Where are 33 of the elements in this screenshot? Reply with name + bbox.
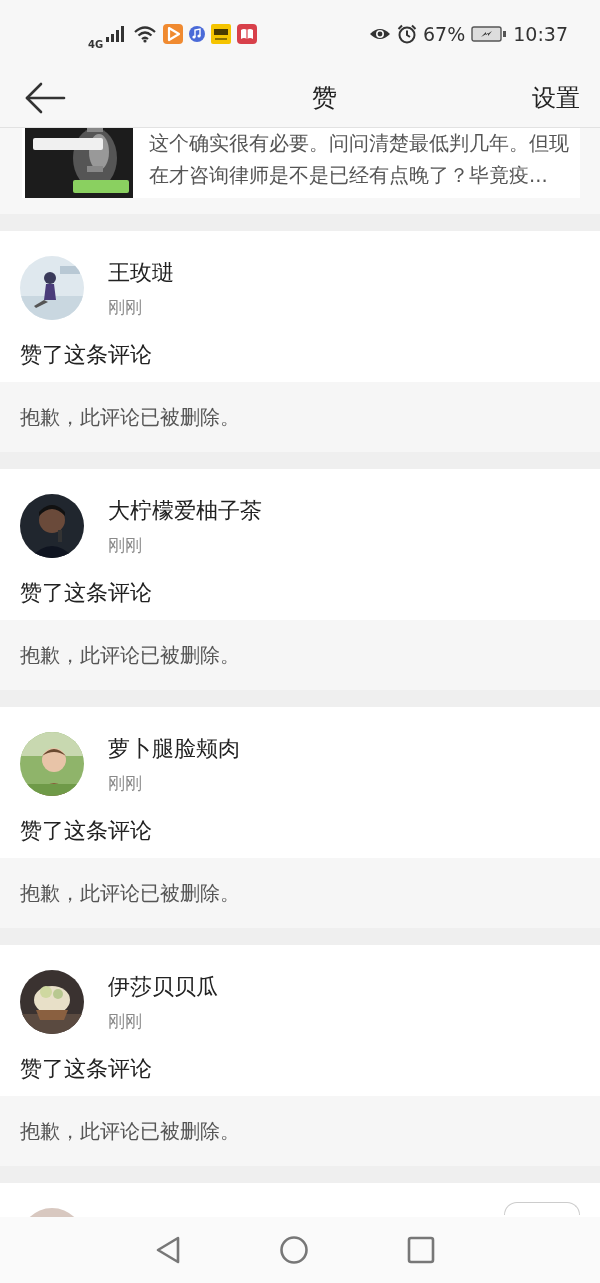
music-app-icon <box>189 26 206 42</box>
activity-text: 赞了这条评论 <box>20 1055 153 1083</box>
user-name[interactable]: 萝卜腿脸颊肉 <box>108 734 240 764</box>
deleted-comment[interactable]: 抱歉，此评论已被删除。 <box>0 1096 600 1166</box>
activity-text: 赞了这条评论 <box>20 579 153 607</box>
alarm-icon <box>397 24 417 44</box>
user-name[interactable]: 王玫琎 <box>108 258 174 288</box>
book-app-icon <box>237 24 258 44</box>
timestamp: 刚刚 <box>108 534 143 557</box>
eye-icon <box>369 26 391 42</box>
network-label: 4G <box>88 38 104 50</box>
deleted-comment[interactable]: 抱歉，此评论已被删除。 <box>0 382 600 452</box>
clock-time: 10:37 <box>513 23 568 45</box>
play-app-icon <box>163 24 184 44</box>
battery-icon <box>471 25 508 43</box>
timestamp: 刚刚 <box>108 296 143 319</box>
timestamp: 刚刚 <box>108 772 143 795</box>
settings-link[interactable]: 设置 <box>532 81 580 114</box>
quoted-card[interactable]: 这个确实很有必要。问问清楚最低判几年。但现在才咨询律师是不是已经有点晚了？毕竟疫... <box>22 128 580 198</box>
user-name[interactable]: 大柠檬爱柚子茶 <box>108 496 262 526</box>
comment-excerpt: 这个确实很有必要。问问清楚最低判几年。但现在才咨询律师是不是已经有点晚了？毕竟疫... <box>149 131 570 189</box>
timestamp: 刚刚 <box>108 1010 143 1033</box>
user-name[interactable]: 伊莎贝贝瓜 <box>108 972 218 1002</box>
activity-text: 赞了这条评论 <box>20 341 153 369</box>
deleted-comment[interactable]: 抱歉，此评论已被删除。 <box>0 620 600 690</box>
deleted-comment[interactable]: 抱歉，此评论已被删除。 <box>0 858 600 928</box>
activity-text: 赞了这条评论 <box>20 817 153 845</box>
page-title: 赞 <box>311 82 337 114</box>
back-nav-icon[interactable] <box>155 1235 181 1265</box>
home-nav-icon[interactable] <box>279 1235 309 1265</box>
recents-nav-icon[interactable] <box>407 1236 435 1264</box>
battery-percent: 67% <box>423 23 466 45</box>
wifi-icon <box>133 25 158 43</box>
